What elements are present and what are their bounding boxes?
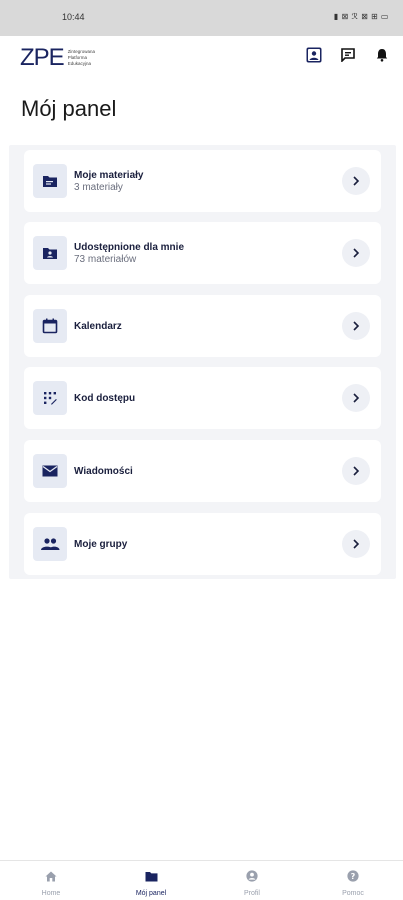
chevron-right-icon[interactable] [342, 167, 370, 195]
nav-home[interactable]: Home [21, 869, 81, 897]
card-calendar[interactable]: Kalendarz [24, 295, 381, 357]
people-icon [33, 527, 67, 561]
card-title: Moje materiały [74, 169, 144, 181]
logo-mark: ZPE [20, 44, 65, 71]
app-header: ZPE Zintegrowana Platforma Edukacyjna [0, 36, 403, 80]
account-circle-icon[interactable] [305, 46, 323, 64]
card-access-code[interactable]: Kod dostępu [24, 367, 381, 429]
nav-help[interactable]: ? Pomoc [323, 869, 383, 897]
status-indicators: ▮ ⊠ ℛ ⊠ ⊞ ▭ [333, 12, 389, 21]
dashboard-panel: Moje materiały 3 materiały Udostępnione … [9, 145, 396, 579]
nav-my-panel[interactable]: Mój panel [121, 869, 181, 897]
chevron-right-icon[interactable] [342, 239, 370, 267]
card-my-materials[interactable]: Moje materiały 3 materiały [24, 150, 381, 212]
page-title: Mój panel [21, 96, 117, 121]
message-icon[interactable] [339, 46, 357, 64]
calendar-icon [33, 309, 67, 343]
nav-profile[interactable]: Profil [222, 869, 282, 897]
chevron-right-icon[interactable] [342, 384, 370, 412]
chevron-right-icon[interactable] [342, 457, 370, 485]
envelope-icon [33, 454, 67, 488]
shared-folder-icon [33, 236, 67, 270]
nav-label: Profil [244, 890, 260, 897]
folder-icon [33, 164, 67, 198]
help-icon: ? [347, 869, 359, 887]
status-bar: 10:44 ▮ ⊠ ℛ ⊠ ⊞ ▭ [0, 0, 403, 36]
chevron-right-icon[interactable] [342, 530, 370, 558]
card-title: Moje grupy [74, 538, 128, 550]
logo-tagline: Zintegrowana Platforma Edukacyjna [68, 49, 112, 67]
home-icon [45, 869, 57, 887]
bottom-navigation: Home Mój panel Profil ? Pomoc [0, 860, 403, 900]
card-title: Udostępnione dla mnie [74, 241, 185, 253]
card-subtitle: 73 materiałów [74, 253, 137, 265]
svg-text:?: ? [351, 872, 356, 881]
folder-icon [145, 869, 158, 887]
card-shared-with-me[interactable]: Udostępnione dla mnie 73 materiałów [24, 222, 381, 284]
profile-icon [246, 869, 258, 887]
chevron-right-icon[interactable] [342, 312, 370, 340]
card-messages[interactable]: Wiadomości [24, 440, 381, 502]
card-title: Kalendarz [74, 320, 122, 332]
nav-label: Pomoc [342, 890, 364, 897]
nav-label: Mój panel [135, 890, 167, 897]
status-time: 10:44 [62, 12, 85, 22]
logo-tagline-line: Edukacyjna [67, 61, 91, 66]
card-title: Kod dostępu [74, 392, 136, 404]
card-my-groups[interactable]: Moje grupy [24, 513, 381, 575]
card-subtitle: 3 materiały [74, 181, 123, 193]
bell-icon[interactable] [373, 46, 391, 64]
zpe-logo[interactable]: ZPE Zintegrowana Platforma Edukacyjna [20, 44, 112, 72]
keypad-icon [33, 381, 67, 415]
nav-label: Home [41, 890, 61, 897]
card-title: Wiadomości [74, 465, 133, 477]
